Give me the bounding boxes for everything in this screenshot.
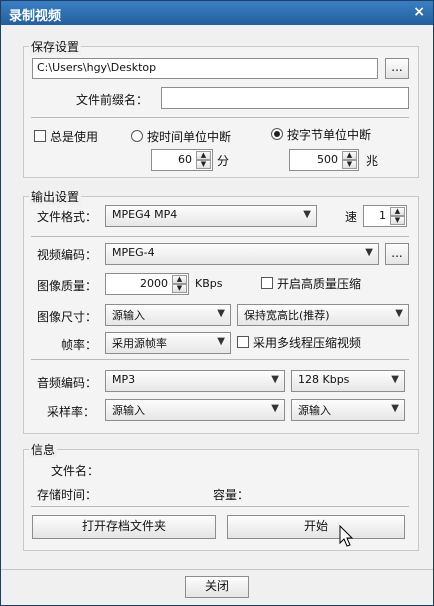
prefix-label: 文件前缀名： bbox=[76, 93, 149, 107]
speed-value: 1 bbox=[379, 209, 386, 222]
time-value: 60 bbox=[178, 153, 192, 166]
aspect-ratio-select[interactable]: 保持宽高比(推荐) ▼ bbox=[237, 304, 409, 326]
sample-rate-select[interactable]: 源输入 ▼ bbox=[105, 399, 285, 421]
audio-bitrate-select[interactable]: 128 Kbps ▼ bbox=[291, 370, 405, 392]
footer-divider bbox=[1, 569, 433, 570]
sample-rate-value: 源输入 bbox=[112, 404, 145, 417]
down-arrow-icon[interactable]: ▼ bbox=[196, 160, 211, 169]
chevron-down-icon: ▼ bbox=[271, 374, 279, 385]
video-codec-label: 视频编码： bbox=[37, 248, 98, 262]
video-codec-select[interactable]: MPEG-4 ▼ bbox=[105, 243, 379, 265]
fps-select[interactable]: 采用源帧率 ▼ bbox=[105, 332, 231, 354]
up-arrow-icon[interactable]: ▲ bbox=[342, 151, 357, 160]
image-size-label: 图像尺寸： bbox=[37, 310, 98, 324]
speed-label: 速 bbox=[345, 210, 358, 224]
size-unit-label: 兆 bbox=[366, 154, 379, 168]
up-arrow-icon[interactable]: ▲ bbox=[196, 151, 211, 160]
save-settings-title: 保存设置 bbox=[29, 38, 82, 55]
format-label: 文件格式： bbox=[37, 210, 98, 224]
audio-bitrate-value: 128 Kbps bbox=[298, 373, 350, 386]
open-folder-button[interactable]: 打开存档文件夹 bbox=[32, 515, 216, 539]
info-title: 信息 bbox=[29, 441, 58, 458]
channels-select[interactable]: 源输入 ▼ bbox=[291, 399, 405, 421]
down-arrow-icon[interactable]: ▼ bbox=[172, 284, 187, 293]
sample-rate-label: 采样率： bbox=[47, 405, 96, 419]
info-divider bbox=[31, 506, 409, 507]
aspect-ratio-value: 保持宽高比(推荐) bbox=[244, 309, 330, 322]
hq-compress-label: 开启高质量压缩 bbox=[277, 277, 362, 291]
quality-unit-label: KBps bbox=[195, 277, 223, 290]
output-divider-2 bbox=[31, 359, 409, 360]
image-size-select[interactable]: 源输入 ▼ bbox=[105, 304, 231, 326]
chevron-down-icon: ▼ bbox=[391, 403, 399, 414]
mouse-pointer-icon bbox=[339, 525, 354, 547]
filename-label: 文件名： bbox=[51, 464, 100, 478]
format-select[interactable]: MPEG4 MP4 ▼ bbox=[105, 205, 317, 227]
close-icon[interactable]: × bbox=[413, 4, 425, 20]
up-arrow-icon[interactable]: ▲ bbox=[172, 275, 187, 284]
fps-value: 采用源帧率 bbox=[112, 337, 167, 350]
fps-label: 帧率： bbox=[61, 338, 98, 352]
multithread-checkbox[interactable] bbox=[237, 336, 249, 348]
chevron-down-icon: ▼ bbox=[365, 247, 373, 258]
capacity-label: 容量： bbox=[213, 488, 250, 502]
audio-codec-value: MP3 bbox=[112, 373, 136, 386]
chevron-down-icon: ▼ bbox=[395, 308, 403, 319]
down-arrow-icon[interactable]: ▼ bbox=[390, 216, 405, 225]
save-divider bbox=[31, 117, 409, 118]
audio-codec-select[interactable]: MP3 ▼ bbox=[105, 370, 285, 392]
video-codec-value: MPEG-4 bbox=[112, 246, 155, 259]
chevron-down-icon: ▼ bbox=[217, 336, 225, 347]
split-by-size-radio[interactable] bbox=[271, 128, 283, 140]
size-value: 500 bbox=[317, 153, 338, 166]
quality-value: 2000 bbox=[140, 277, 168, 290]
down-arrow-icon[interactable]: ▼ bbox=[342, 160, 357, 169]
split-by-size-label: 按字节单位中断 bbox=[287, 128, 372, 142]
record-video-window: 录制视频 × 保存设置 C:\Users\hgy\Desktop ... 文件前… bbox=[0, 0, 434, 606]
browse-path-button[interactable]: ... bbox=[385, 58, 409, 79]
chevron-down-icon: ▼ bbox=[271, 403, 279, 414]
quality-spinner[interactable]: 2000 ▲ ▼ bbox=[105, 273, 189, 295]
image-size-value: 源输入 bbox=[112, 309, 145, 322]
output-divider-1 bbox=[31, 236, 409, 237]
start-button[interactable]: 开始 bbox=[227, 515, 405, 539]
close-button[interactable]: 关闭 bbox=[185, 576, 249, 598]
split-by-time-radio[interactable] bbox=[131, 130, 143, 142]
up-arrow-icon[interactable]: ▲ bbox=[390, 207, 405, 216]
video-codec-settings-button[interactable]: ... bbox=[385, 243, 409, 265]
audio-codec-label: 音频编码： bbox=[37, 376, 98, 390]
multithread-label: 采用多线程压缩视频 bbox=[253, 336, 362, 350]
save-path-field[interactable]: C:\Users\hgy\Desktop bbox=[32, 58, 378, 79]
channels-value: 源输入 bbox=[298, 404, 331, 417]
chevron-down-icon: ▼ bbox=[303, 209, 311, 220]
output-settings-title: 输出设置 bbox=[29, 188, 82, 205]
hq-compress-checkbox[interactable] bbox=[261, 277, 273, 289]
always-use-label: 总是使用 bbox=[50, 130, 99, 144]
size-spinner[interactable]: 500 ▲ ▼ bbox=[289, 149, 359, 171]
split-by-time-label: 按时间单位中断 bbox=[147, 130, 232, 144]
window-title: 录制视频 bbox=[9, 9, 62, 24]
chevron-down-icon: ▼ bbox=[391, 374, 399, 385]
time-spinner[interactable]: 60 ▲ ▼ bbox=[151, 149, 213, 171]
title-bar: 录制视频 × bbox=[1, 1, 433, 25]
prefix-input[interactable] bbox=[161, 87, 409, 109]
format-value: MPEG4 MP4 bbox=[112, 208, 178, 221]
speed-spinner[interactable]: 1 ▲ ▼ bbox=[363, 205, 407, 227]
always-use-checkbox[interactable] bbox=[34, 130, 46, 142]
quality-label: 图像质量： bbox=[37, 279, 98, 293]
chevron-down-icon: ▼ bbox=[217, 308, 225, 319]
duration-label: 存储时间： bbox=[37, 488, 98, 502]
time-unit-label: 分 bbox=[217, 154, 230, 168]
